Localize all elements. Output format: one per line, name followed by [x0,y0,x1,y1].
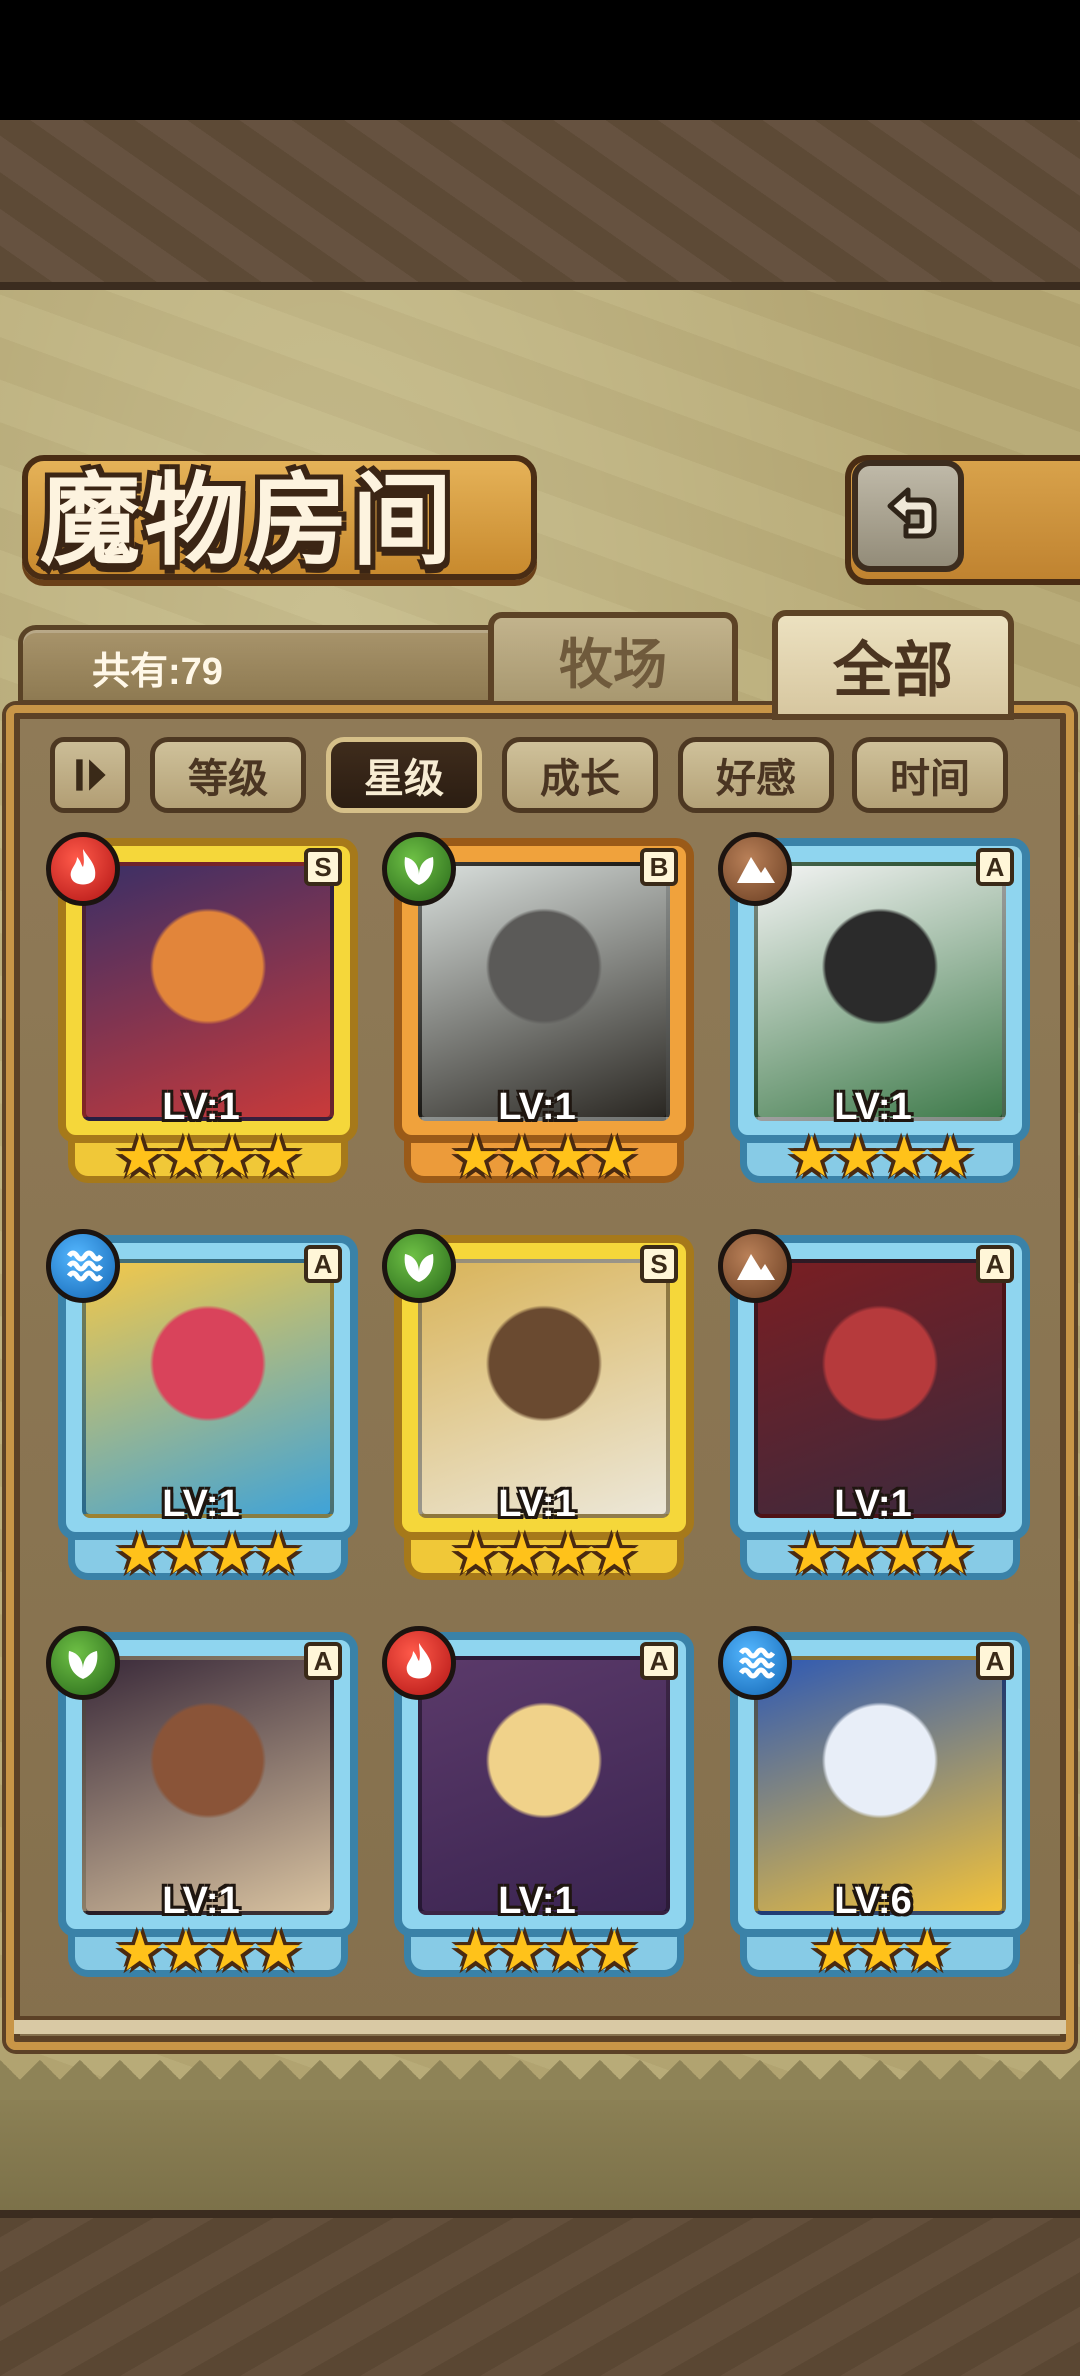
monster-portrait [754,1656,1006,1915]
element-badge [46,1626,120,1700]
element-badge [382,832,456,906]
level-label: LV:1 [162,1483,240,1525]
tab-ranch[interactable]: 牧场 [488,612,738,707]
earth-icon [737,857,775,883]
map-background-top [0,120,1080,290]
back-button[interactable] [852,460,964,572]
return-arrow-icon [887,487,937,539]
page-title: 魔物房间 [40,461,456,579]
level-label: LV:1 [498,1483,576,1525]
monster-card[interactable]: A LV:1 ★★★★ [46,1229,358,1595]
monster-card[interactable]: S LV:1 ★★★★ [382,1229,694,1595]
sort-order-icon [76,759,106,791]
rank-badge: S [640,1245,678,1283]
map-background-bottom [0,2210,1080,2376]
element-badge [382,1626,456,1700]
monster-card[interactable]: A LV:1 ★★★★ [382,1626,694,1992]
monster-portrait [418,1259,670,1518]
star-rating: ★★★★ [114,1919,304,1984]
monster-count: 共有:79 [92,651,223,693]
star-rating: ★★★★ [786,1522,976,1587]
leaf-icon [68,1651,98,1679]
level-label: LV:6 [834,1880,912,1922]
element-badge [46,1229,120,1303]
monster-portrait [82,862,334,1121]
rank-badge: A [976,1245,1014,1283]
fire-icon [70,849,96,885]
monster-card[interactable]: B LV:1 ★★★★ [382,832,694,1198]
leaf-icon [404,1254,434,1282]
element-badge [46,832,120,906]
monster-portrait [754,1259,1006,1518]
star-rating: ★★★★ [114,1522,304,1587]
rank-badge: A [304,1245,342,1283]
level-label: LV:1 [498,1086,576,1128]
star-rating: ★★★ [809,1919,953,1984]
monster-card[interactable]: S LV:1 ★★★★ [46,832,358,1198]
rank-badge: A [976,1642,1014,1680]
monster-portrait [418,1656,670,1915]
monster-card[interactable]: A LV:6 ★★★ [718,1626,1030,1992]
star-rating: ★★★★ [450,1522,640,1587]
monster-portrait [82,1259,334,1518]
element-badge [382,1229,456,1303]
monster-card[interactable]: A LV:1 ★★★★ [718,832,1030,1198]
earth-icon [737,1254,775,1280]
sort-order-toggle[interactable] [50,737,130,813]
monster-portrait [82,1656,334,1915]
rank-badge: B [640,848,678,886]
monster-portrait [754,862,1006,1121]
monster-card[interactable]: A LV:1 ★★★★ [718,1229,1030,1595]
level-label: LV:1 [834,1483,912,1525]
monster-portrait [418,862,670,1121]
status-bar [0,0,1080,120]
rank-badge: A [976,848,1014,886]
element-badge [718,1626,792,1700]
level-label: LV:1 [162,1086,240,1128]
star-rating: ★★★★ [450,1919,640,1984]
star-rating: ★★★★ [786,1125,976,1190]
leaf-icon [404,857,434,885]
water-icon [738,1647,776,1679]
rank-badge: S [304,848,342,886]
level-label: LV:1 [498,1880,576,1922]
zigzag-border [0,2060,1080,2210]
sort-by-growth-button[interactable]: 成长 [502,737,658,813]
sort-by-stars-button[interactable]: 星级 [326,737,482,813]
rank-badge: A [640,1642,678,1680]
level-label: LV:1 [834,1086,912,1128]
sort-by-level-button[interactable]: 等级 [150,737,306,813]
star-rating: ★★★★ [114,1125,304,1190]
water-icon [66,1250,104,1282]
sort-by-time-button[interactable]: 时间 [852,737,1008,813]
monster-card[interactable]: A LV:1 ★★★★ [46,1626,358,1992]
tab-all[interactable]: 全部 [772,610,1014,720]
element-badge [718,832,792,906]
star-rating: ★★★★ [450,1125,640,1190]
level-label: LV:1 [162,1880,240,1922]
element-badge [718,1229,792,1303]
rank-badge: A [304,1642,342,1680]
fire-icon [406,1643,432,1679]
sort-by-affection-button[interactable]: 好感 [678,737,834,813]
